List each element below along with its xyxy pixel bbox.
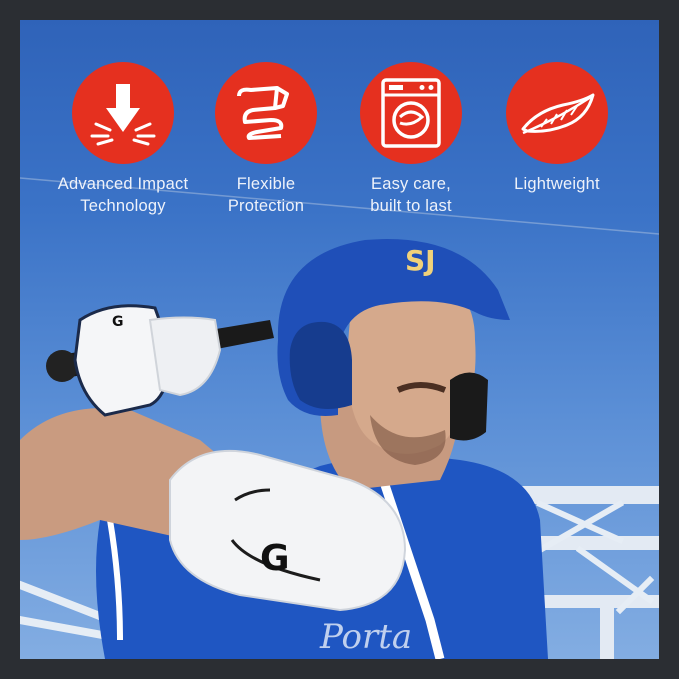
feature-badge <box>360 62 462 164</box>
feature-badge <box>215 62 317 164</box>
feature-row: Advanced Impact Technology Flexible Prot… <box>20 62 659 222</box>
feature-impact: Advanced Impact Technology <box>43 62 203 217</box>
feature-label: Easy care, built to last <box>370 175 452 215</box>
feature-lightweight: Lightweight <box>477 62 637 195</box>
impact-arrow-icon <box>90 84 156 146</box>
ribbon-icon <box>237 86 289 140</box>
glove-logo: G <box>112 314 124 330</box>
elbow-guard-logo: G <box>260 538 290 579</box>
bat-knob <box>46 350 78 382</box>
feature-label: Flexible Protection <box>227 175 305 215</box>
helmet-logo: SJ <box>405 244 436 277</box>
product-image: Porta SJ G G Advanced Impact Technology … <box>20 20 659 659</box>
washing-machine-icon <box>381 78 441 148</box>
helmet-jaw-guard <box>450 372 488 441</box>
feature-label: Advanced Impact Technology <box>57 175 189 215</box>
feature-badge <box>72 62 174 164</box>
feature-badge <box>506 62 608 164</box>
batting-glove-right <box>148 316 222 397</box>
feature-easy-care: Easy care, built to last <box>331 62 491 217</box>
jersey-lettering: Porta <box>319 617 412 657</box>
feature-label: Lightweight <box>514 175 600 193</box>
feather-icon <box>521 93 595 135</box>
feature-flexible: Flexible Protection <box>186 62 346 217</box>
helmet-ear-flap <box>289 321 352 409</box>
